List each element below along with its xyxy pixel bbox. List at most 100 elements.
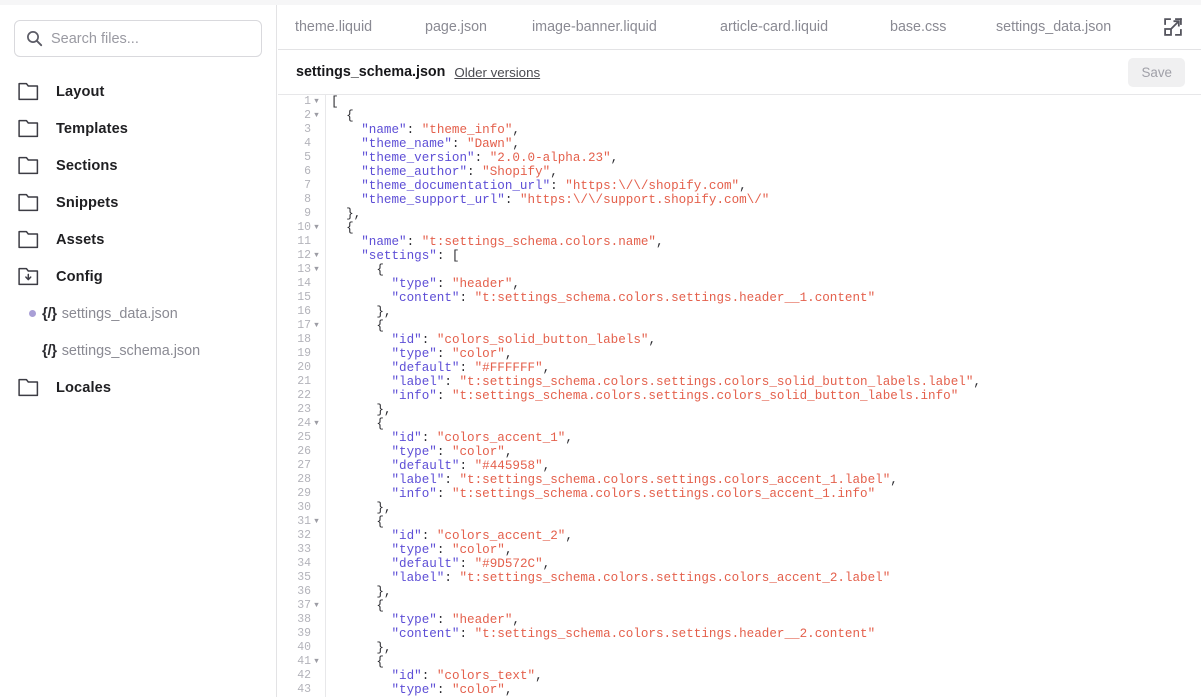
line-number-value: 14 [297, 277, 311, 290]
json-punct: : [421, 529, 437, 543]
sidebar-folder-assets[interactable]: Assets [0, 221, 276, 258]
sidebar-file-settings_data-json[interactable]: {/} settings_data.json [0, 295, 276, 332]
fold-toggle-icon[interactable]: ▼ [311, 599, 322, 613]
json-string: "t:settings_schema.colors.settings.heade… [474, 291, 876, 305]
json-punct: }, [331, 585, 392, 599]
code-line: }, [327, 207, 1201, 221]
json-string: "color" [451, 683, 505, 697]
json-key: "id" [331, 431, 422, 445]
tab-theme-liquid[interactable]: theme.liquid [295, 19, 372, 35]
sidebar-folder-templates[interactable]: Templates [0, 110, 276, 147]
line-number: 20▼ [278, 361, 325, 375]
line-number-value: 34 [297, 557, 311, 570]
sidebar-file-settings_schema-json[interactable]: {/} settings_schema.json [0, 332, 276, 369]
json-punct: [ [331, 95, 339, 109]
json-punct: : [459, 627, 475, 641]
line-number: 11▼ [278, 235, 325, 249]
json-string: "color" [451, 347, 505, 361]
line-number: 39▼ [278, 627, 325, 641]
tab-image-banner-liquid[interactable]: image-banner.liquid [532, 19, 657, 35]
line-number-value: 40 [297, 641, 311, 654]
json-string: "t:settings_schema.colors.settings.color… [459, 473, 891, 487]
sidebar-folder-sections[interactable]: Sections [0, 147, 276, 184]
fold-toggle-icon[interactable]: ▼ [311, 655, 322, 669]
line-number-value: 42 [297, 669, 311, 682]
json-punct: }, [331, 501, 392, 515]
json-punct: : [459, 557, 475, 571]
fold-toggle-icon[interactable]: ▼ [311, 319, 322, 333]
code-editor[interactable]: 1▼2▼3▼4▼5▼6▼7▼8▼9▼10▼11▼12▼13▼14▼15▼16▼1… [278, 95, 1201, 697]
folder-open-icon [18, 267, 39, 286]
json-punct: : [467, 165, 483, 179]
sidebar-folder-locales[interactable]: Locales [0, 369, 276, 406]
line-number-value: 18 [297, 333, 311, 346]
json-punct: : [ [436, 249, 460, 263]
line-number: 25▼ [278, 431, 325, 445]
unsaved-changes-dot [22, 310, 42, 317]
json-file-icon: {/} [42, 342, 57, 359]
line-number: 9▼ [278, 207, 325, 221]
save-button[interactable]: Save [1128, 58, 1185, 87]
code-line: "label": "t:settings_schema.colors.setti… [327, 375, 1201, 389]
fold-toggle-icon[interactable]: ▼ [311, 95, 322, 109]
search-input[interactable] [49, 21, 261, 56]
code-line: "type": "header", [327, 277, 1201, 291]
tab-base-css[interactable]: base.css [890, 19, 946, 35]
fold-toggle-icon[interactable]: ▼ [311, 515, 322, 529]
fold-toggle-icon[interactable]: ▼ [311, 249, 322, 263]
json-key: "id" [331, 669, 422, 683]
current-file-bar: settings_schema.json Older versions Save [278, 50, 1201, 95]
line-number-value: 31 [297, 515, 311, 528]
code-line: "default": "#9D572C", [327, 557, 1201, 571]
fold-toggle-icon[interactable]: ▼ [311, 109, 322, 123]
line-number-value: 12 [297, 249, 311, 262]
json-string: "t:settings_schema.colors.name" [421, 235, 656, 249]
line-number: 6▼ [278, 165, 325, 179]
tab-page-json[interactable]: page.json [425, 19, 487, 35]
line-number: 28▼ [278, 473, 325, 487]
json-punct: , [512, 123, 520, 137]
sidebar-folder-layout[interactable]: Layout [0, 73, 276, 110]
folder-icon [18, 378, 39, 397]
search-files-box[interactable] [14, 20, 262, 57]
line-number-value: 23 [297, 403, 311, 416]
line-number: 12 ▼ [278, 249, 325, 263]
json-punct: , [504, 445, 513, 459]
code-area[interactable]: [ { "name": "theme_info", "theme_name": … [327, 95, 1201, 697]
line-number-value: 21 [297, 375, 311, 388]
sidebar-folder-config[interactable]: Config [0, 258, 276, 295]
current-filename: settings_schema.json [296, 64, 446, 80]
line-number-value: 13 [297, 263, 311, 276]
line-number: 1 ▼ [278, 95, 325, 109]
line-number: 23▼ [278, 403, 325, 417]
json-punct: : [436, 487, 452, 501]
json-key: "theme_documentation_url" [331, 179, 551, 193]
json-string: "#FFFFFF" [474, 361, 543, 375]
line-number: 13 ▼ [278, 263, 325, 277]
fold-toggle-icon[interactable]: ▼ [311, 263, 322, 277]
line-number: 18▼ [278, 333, 325, 347]
code-line: }, [327, 641, 1201, 655]
line-number: 33▼ [278, 543, 325, 557]
code-line: { [327, 109, 1201, 123]
code-line: "id": "colors_text", [327, 669, 1201, 683]
code-line: "default": "#FFFFFF", [327, 361, 1201, 375]
fold-toggle-icon[interactable]: ▼ [311, 221, 322, 235]
code-line: "theme_name": "Dawn", [327, 137, 1201, 151]
line-number: 42▼ [278, 669, 325, 683]
expand-icon[interactable] [1145, 5, 1201, 49]
fold-toggle-icon[interactable]: ▼ [311, 417, 322, 431]
sidebar-folder-snippets[interactable]: Snippets [0, 184, 276, 221]
line-number-value: 4 [304, 137, 311, 150]
folder-icon [18, 156, 39, 175]
theme-code-editor: Layout Templates Sections Snippets Assets Con… [0, 0, 1201, 697]
json-string: "2.0.0-alpha.23" [489, 151, 611, 165]
tab-article-card-liquid[interactable]: article-card.liquid [720, 19, 828, 35]
older-versions-link[interactable]: Older versions [454, 65, 540, 80]
tab-settings_data-json[interactable]: settings_data.json [996, 19, 1111, 35]
json-punct: , [565, 431, 573, 445]
line-number-value: 29 [297, 487, 311, 500]
json-punct: : [459, 361, 475, 375]
json-key: "type" [331, 445, 437, 459]
line-number-value: 3 [304, 123, 311, 136]
